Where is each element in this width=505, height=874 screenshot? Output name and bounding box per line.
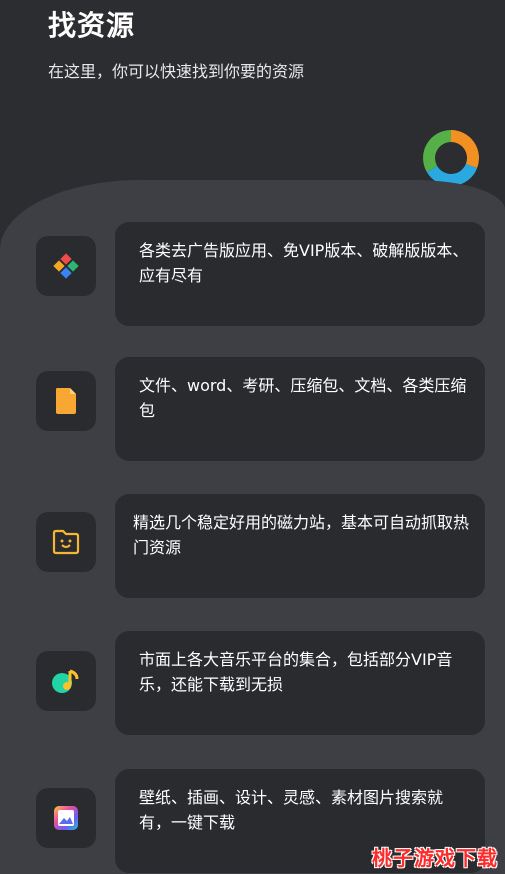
music-note-icon bbox=[52, 669, 79, 693]
item-card-text: 精选几个稳定好用的磁力站，基本可自动抓取热门资源 bbox=[133, 513, 470, 557]
item-wallpaper-icon-box[interactable] bbox=[36, 788, 96, 848]
item-document-icon-box[interactable] bbox=[36, 371, 96, 431]
app-grid-icon bbox=[53, 253, 79, 279]
item-magnet-icon-box[interactable] bbox=[36, 512, 96, 572]
page-subtitle: 在这里，你可以快速找到你要的资源 bbox=[48, 62, 305, 81]
magnet-folder-icon bbox=[52, 529, 80, 555]
item-card-music[interactable]: 市面上各大音乐平台的集合，包括部分VIP音乐，还能下载到无损 bbox=[115, 631, 485, 735]
cycle-logo-icon bbox=[423, 130, 479, 186]
page-title: 找资源 bbox=[48, 9, 136, 42]
item-card-text: 各类去广告版应用、免VIP版本、破解版版本、应有尽有 bbox=[139, 241, 469, 285]
wallpaper-image-icon bbox=[54, 806, 78, 830]
item-card-magnet[interactable]: 精选几个稳定好用的磁力站，基本可自动抓取热门资源 bbox=[115, 494, 485, 598]
item-card-documents[interactable]: 文件、word、考研、压缩包、文档、各类压缩包 bbox=[115, 357, 485, 461]
item-app-icon-box[interactable] bbox=[36, 236, 96, 296]
watermark-text: 桃子游戏下载 bbox=[372, 846, 498, 870]
item-card-text: 壁纸、插画、设计、灵感、素材图片搜索就有，一键下载 bbox=[139, 788, 444, 832]
item-card-text: 文件、word、考研、压缩包、文档、各类压缩包 bbox=[139, 376, 467, 420]
document-icon bbox=[56, 388, 76, 414]
item-card-text: 市面上各大音乐平台的集合，包括部分VIP音乐，还能下载到无损 bbox=[139, 650, 453, 694]
item-card-apps[interactable]: 各类去广告版应用、免VIP版本、破解版版本、应有尽有 bbox=[115, 222, 485, 326]
item-music-icon-box[interactable] bbox=[36, 651, 96, 711]
